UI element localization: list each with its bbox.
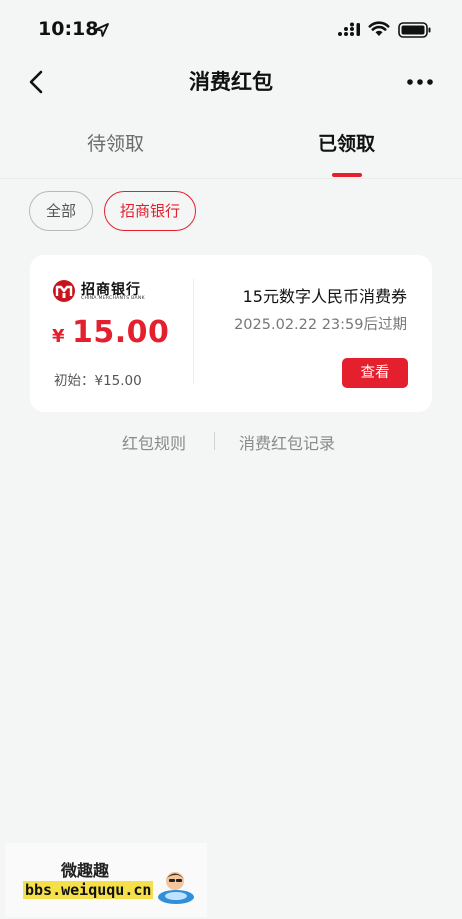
currency-symbol: ¥	[52, 326, 65, 347]
footer-separator	[214, 432, 215, 450]
watermark-url: bbs.weiququ.cn	[23, 881, 154, 899]
bank-name-english: CHINA MERCHANTS BANK	[81, 296, 145, 301]
signal-icon	[338, 22, 360, 36]
location-arrow-icon	[95, 23, 109, 37]
more-dots-icon[interactable]	[404, 72, 436, 92]
filter-chip-all[interactable]: 全部	[29, 191, 93, 231]
card-divider	[193, 279, 194, 384]
cmb-logo-icon	[53, 280, 75, 302]
expiry-date: 2025.02.22 23:59后过期	[234, 317, 407, 333]
voucher-title: 15元数字人民币消费券	[242, 287, 407, 306]
battery-icon	[398, 22, 431, 38]
initial-amount: 初始：¥15.00	[54, 373, 142, 389]
voucher-amount: 15.00	[72, 315, 170, 350]
tab-received[interactable]: 已领取	[231, 130, 462, 158]
filter-chip-cmb[interactable]: 招商银行	[104, 191, 196, 231]
view-button[interactable]: 查看	[342, 358, 408, 388]
red-packet-rules-link[interactable]: 红包规则	[122, 430, 186, 454]
watermark: 微趣趣 bbs.weiququ.cn	[5, 843, 207, 917]
active-tab-indicator	[332, 173, 362, 177]
mascot-icon	[158, 872, 194, 904]
page-title: 消费红包	[189, 70, 273, 94]
watermark-text: 微趣趣	[61, 861, 110, 880]
wifi-icon	[368, 21, 390, 36]
red-packet-records-link[interactable]: 消费红包记录	[239, 430, 335, 454]
voucher-card[interactable]: 招商银行 CHINA MERCHANTS BANK ¥ 15.00 初始：¥15…	[30, 255, 432, 412]
tabs-divider	[0, 178, 462, 179]
tab-pending[interactable]: 待领取	[0, 130, 231, 158]
status-time: 10:18	[38, 18, 99, 40]
status-bar: 10:18	[0, 0, 462, 60]
